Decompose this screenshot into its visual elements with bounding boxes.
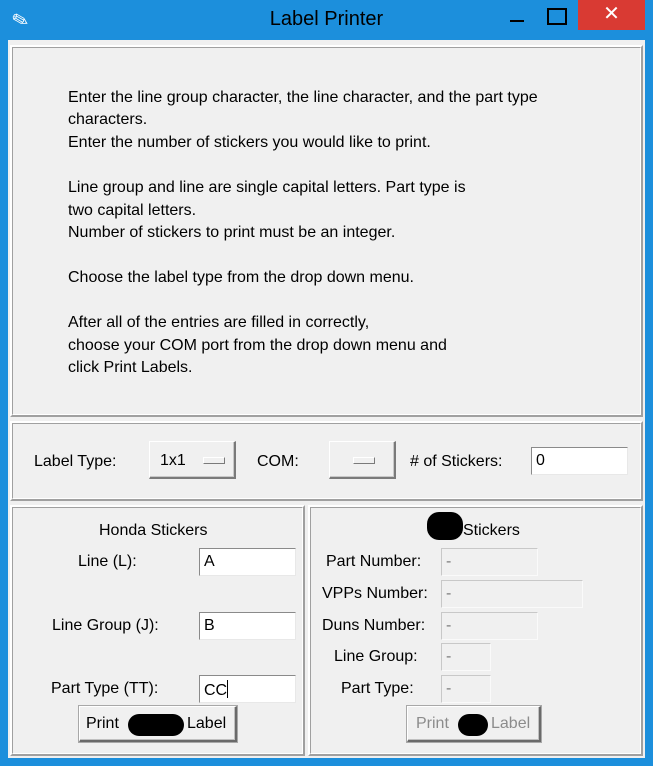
duns-number-field: -	[441, 612, 538, 640]
window-client-area: Enter the line group character, the line…	[8, 40, 645, 758]
instruction-line: Number of stickers to print must be an i…	[68, 224, 396, 241]
instruction-line: click Print Labels.	[68, 359, 193, 376]
part-number-label: Part Number:	[326, 553, 422, 570]
part-type-field: -	[441, 675, 491, 703]
redaction-mark	[128, 714, 184, 736]
instruction-line: characters.	[68, 111, 148, 128]
line-group-field: -	[441, 643, 491, 671]
button-label-prefix: Print	[86, 715, 119, 732]
instruction-line: Choose the label type from the drop down…	[68, 269, 414, 286]
options-panel: Label Type: 1x1 COM: # of Stickers: 0	[10, 421, 643, 501]
maximize-button[interactable]	[540, 2, 570, 30]
line-group-label: Line Group:	[334, 648, 418, 665]
line-group-input[interactable]: B	[199, 612, 296, 640]
instruction-line: After all of the entries are filled in c…	[68, 314, 370, 331]
button-label-prefix: Print	[416, 715, 449, 732]
vpps-number-label: VPPs Number:	[322, 585, 428, 602]
dropdown-indicator-icon	[203, 457, 225, 464]
vpps-number-field: -	[441, 580, 583, 608]
part-type-label: Part Type (TT):	[51, 680, 159, 697]
honda-stickers-panel: Honda Stickers Line (L): A Line Group (J…	[10, 505, 305, 756]
instruction-line: choose your COM port from the drop down …	[68, 337, 447, 354]
stickers-count-input[interactable]: 0	[531, 447, 628, 475]
instruction-line: Line group and line are single capital l…	[68, 179, 466, 196]
dropdown-indicator-icon	[353, 457, 375, 464]
label-type-label: Label Type:	[34, 453, 117, 470]
label-type-dropdown[interactable]: 1x1	[149, 441, 236, 479]
honda-panel-title: Honda Stickers	[99, 522, 208, 539]
close-button[interactable]: ✕	[578, 0, 645, 30]
instruction-line: two capital letters.	[68, 202, 197, 219]
line-group-label: Line Group (J):	[52, 617, 159, 634]
label-type-value: 1x1	[160, 452, 186, 469]
button-label-suffix: Label	[491, 715, 531, 732]
com-port-dropdown[interactable]	[329, 441, 396, 479]
minimize-button[interactable]	[505, 2, 531, 30]
print-honda-label-button[interactable]: Print Label	[79, 706, 237, 742]
part-number-field: -	[441, 548, 538, 576]
stickers-count-label: # of Stickers:	[410, 453, 503, 470]
app-window: ✎ Label Printer ✕ Enter the line group c…	[0, 0, 653, 766]
button-label-suffix: Label	[187, 715, 227, 732]
part-type-label: Part Type:	[341, 680, 414, 697]
redaction-mark	[427, 512, 463, 540]
redaction-mark	[458, 714, 488, 736]
close-icon: ✕	[603, 3, 620, 25]
duns-number-label: Duns Number:	[322, 617, 426, 634]
part-type-value: CC	[204, 682, 228, 699]
line-label: Line (L):	[78, 553, 137, 570]
print-redacted-label-button[interactable]: Print Label	[407, 706, 541, 742]
com-label: COM:	[257, 453, 299, 470]
part-type-input[interactable]: CC	[199, 675, 296, 703]
redacted-stickers-panel: Stickers Part Number: - VPPs Number: - D…	[308, 505, 643, 756]
instruction-line: Enter the number of stickers you would l…	[68, 134, 431, 151]
instructions-panel: Enter the line group character, the line…	[10, 45, 643, 417]
text-cursor	[227, 680, 229, 698]
title-bar[interactable]: ✎ Label Printer ✕	[0, 0, 653, 40]
instruction-line: Enter the line group character, the line…	[68, 89, 538, 106]
line-input[interactable]: A	[199, 548, 296, 576]
redacted-panel-title: Stickers	[463, 522, 520, 539]
